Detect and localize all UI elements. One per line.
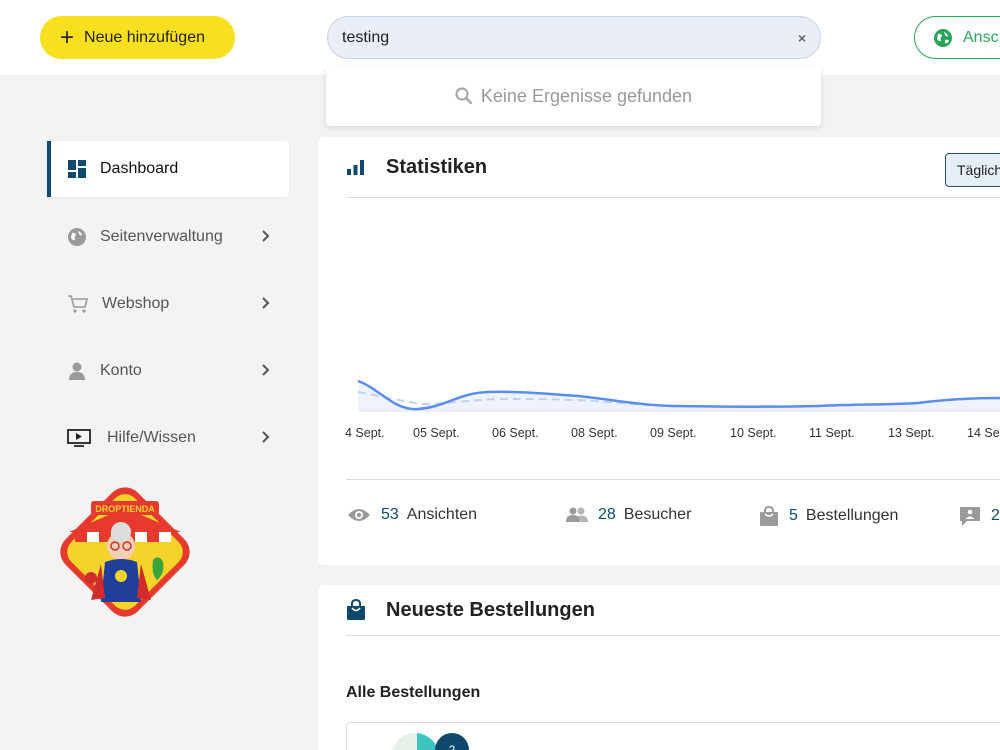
sidebar-item-label: Seitenverwaltung (100, 228, 223, 245)
statistics-header: Statistiken (346, 137, 1000, 198)
sidebar-item-label: Webshop (102, 295, 170, 312)
x-tick-label: 4 Sept. (345, 426, 385, 440)
add-new-button[interactable]: + Neue hinzufügen (40, 16, 235, 59)
statistics-title: Statistiken (386, 155, 488, 178)
globe-icon (67, 227, 87, 247)
avatar (391, 733, 439, 750)
x-tick-label: 05 Sept. (413, 426, 460, 440)
order-row[interactable]: 2 (346, 722, 1000, 750)
order-count-badge: 2 (435, 733, 469, 750)
orders-title: Neueste Bestellungen (386, 598, 595, 621)
x-tick-label: 11 Sept. (809, 426, 855, 440)
x-tick-label: 06 Sept. (492, 426, 539, 440)
view-site-label: Ansc (963, 28, 999, 46)
view-site-button[interactable]: Ansc (914, 16, 1000, 59)
video-icon (67, 428, 91, 448)
bag-icon (347, 599, 365, 620)
metric-value: 28 (598, 506, 616, 523)
bar-chart-icon (347, 160, 364, 175)
metric-value: 5 (789, 507, 798, 524)
sidebar-item-label: Konto (100, 362, 142, 379)
latest-orders-card: Neueste Bestellungen Alle Bestellungen 2 (318, 585, 1000, 750)
chevron-right-icon (262, 364, 270, 376)
dashboard-icon (67, 159, 87, 179)
period-select-button[interactable]: Täglich (945, 153, 1000, 187)
x-tick-label: 08 Sept. (571, 426, 618, 440)
x-tick-label: 10 Sept. (730, 426, 777, 440)
cart-icon (67, 294, 89, 314)
bag-icon (760, 506, 778, 526)
globe-icon (934, 28, 952, 47)
sidebar-item-seitenverwaltung[interactable]: Seitenverwaltung (47, 209, 289, 265)
logo-text: DROPTIENDA (95, 504, 155, 514)
chevron-right-icon (262, 297, 270, 309)
statistics-card: Statistiken Täglich 4 Sept. 05 Sept. 06 … (318, 137, 1000, 565)
metric-visitors: 28 Besucher (566, 506, 691, 524)
metrics-divider (346, 479, 1000, 480)
search-input[interactable] (342, 28, 798, 47)
search-field[interactable]: × (327, 16, 821, 59)
statistics-line-chart (357, 379, 1000, 412)
search-icon (455, 87, 473, 105)
chevron-right-icon (262, 431, 270, 443)
droptienda-logo: DROPTIENDA (60, 487, 190, 617)
sidebar-item-konto[interactable]: Konto (47, 343, 289, 399)
clear-search-icon[interactable]: × (798, 30, 806, 46)
plus-icon: + (60, 23, 75, 51)
metric-label: Ansichten (406, 506, 478, 523)
search-results-dropdown: Keine Ergenisse gefunden (326, 66, 821, 126)
top-bar: + Neue hinzufügen × Ansc (0, 0, 1000, 75)
period-label: Täglich (957, 162, 1000, 178)
eye-icon (348, 509, 370, 521)
sidebar-item-hilfe[interactable]: Hilfe/Wissen (47, 410, 289, 466)
metric-label: Bestellungen (805, 507, 899, 524)
sidebar-item-label: Dashboard (100, 160, 179, 177)
x-tick-label: 14 Se (967, 426, 1000, 440)
chevron-right-icon (262, 230, 270, 242)
no-results-text: Keine Ergenisse gefunden (480, 85, 693, 106)
metric-value: 2 (991, 507, 1000, 524)
orders-header: Neueste Bestellungen (346, 585, 1000, 636)
x-tick-label: 09 Sept. (650, 426, 697, 440)
metric-label: Besucher (623, 506, 692, 523)
metric-comments: 2 (959, 506, 1000, 526)
metric-orders: 5 Bestellungen (759, 506, 898, 526)
metric-value: 53 (381, 506, 399, 523)
sidebar-item-label: Hilfe/Wissen (107, 429, 196, 446)
sidebar-item-webshop[interactable]: Webshop (47, 276, 289, 332)
users-icon (566, 507, 588, 522)
x-tick-label: 13 Sept. (888, 426, 935, 440)
add-new-label: Neue hinzufügen (84, 28, 205, 46)
metric-views: 53 Ansichten (347, 506, 477, 524)
user-icon (67, 361, 87, 381)
sidebar-item-dashboard[interactable]: Dashboard (47, 141, 289, 197)
all-orders-heading: Alle Bestellungen (346, 684, 481, 701)
comment-icon (960, 507, 980, 526)
